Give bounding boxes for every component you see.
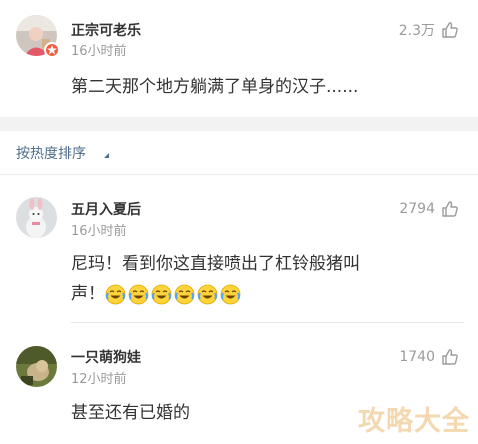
timestamp: 12小时前 — [71, 372, 127, 387]
username[interactable]: 正宗可老乐 — [71, 20, 141, 40]
avatar[interactable] — [16, 346, 57, 387]
sort-bar: 按热度排序 — [0, 131, 478, 175]
comment-text-line-1: 尼玛！看到你这直接喷出了杠铃般猪叫 — [71, 254, 360, 274]
verified-badge-icon — [44, 42, 60, 58]
timestamp: 16小时前 — [71, 224, 127, 239]
triangle-icon[interactable] — [104, 153, 109, 158]
like-count: 1740 — [399, 349, 435, 365]
timestamp: 16小时前 — [71, 44, 127, 59]
laughing-crying-emoji-icon — [128, 284, 149, 304]
thumbs-up-icon — [442, 22, 458, 38]
comment-2: 五月入夏后 16小时前 2794 尼玛！看到你这直接喷出了杠铃般猪叫 声！ — [0, 175, 478, 341]
thumbs-up-icon — [442, 201, 458, 217]
like-button[interactable]: 2.3万 — [399, 20, 460, 40]
laughing-crying-emoji-icon — [220, 284, 241, 304]
like-count: 2.3万 — [398, 23, 435, 39]
comment-text-line-2-text: 声！ — [71, 284, 105, 304]
laughing-crying-emoji-icon — [197, 284, 218, 304]
like-button[interactable]: 1740 — [399, 347, 460, 367]
comment-divider — [71, 322, 464, 323]
laughing-crying-emoji-icon — [151, 284, 172, 304]
comment-text: 第二天那个地方躺满了单身的汉子...... — [71, 77, 359, 97]
avatar-image-icon — [16, 346, 57, 387]
like-button[interactable]: 2794 — [399, 199, 460, 219]
thumbs-up-icon — [442, 349, 458, 365]
watermark: 攻略大全 — [358, 406, 470, 437]
username[interactable]: 一只萌狗娃 — [71, 347, 141, 367]
like-count: 2794 — [399, 201, 435, 217]
laughing-crying-emoji-icon — [174, 284, 195, 304]
emoji-row — [105, 284, 241, 305]
sort-button[interactable]: 按热度排序 — [16, 143, 86, 163]
username[interactable]: 五月入夏后 — [71, 199, 141, 219]
comment-1: 正宗可老乐 16小时前 2.3万 第二天那个地方躺满了单身的汉子...... — [0, 0, 478, 118]
section-divider — [0, 117, 478, 131]
comment-text-line-2: 声！ — [71, 279, 466, 309]
laughing-crying-emoji-icon — [105, 284, 126, 304]
avatar[interactable] — [16, 197, 57, 238]
avatar-image-icon — [16, 197, 57, 238]
comment-text: 尼玛！看到你这直接喷出了杠铃般猪叫 声！ — [71, 249, 466, 309]
